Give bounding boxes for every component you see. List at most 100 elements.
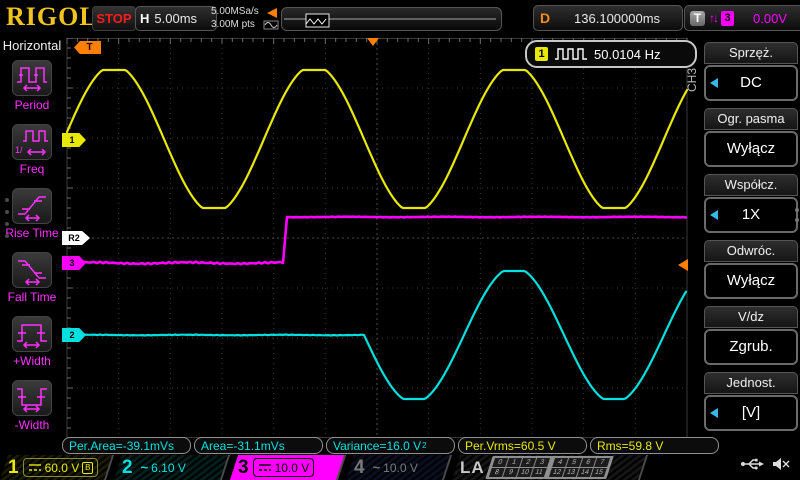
- menu-item-title: V/dz: [704, 306, 798, 328]
- waveform-preview-bar[interactable]: [281, 7, 502, 31]
- la-digit-15: 15: [591, 468, 607, 477]
- trigger-slope-icon: ↑↓: [709, 11, 717, 25]
- menu-item-value[interactable]: Wyłącz: [704, 263, 798, 299]
- measurement-bar: Per.Area=-39.1mVsArea=-31.1mVsVariance=1…: [62, 437, 719, 454]
- measurement-pill-1: Per.Area=-39.1mVs: [62, 437, 191, 454]
- channel-4-status[interactable]: 4~10.0 V: [346, 455, 452, 480]
- menu-item-title: Odwróc.: [704, 240, 798, 262]
- fall-button[interactable]: [12, 252, 52, 288]
- menu-item-title: Ogr. pasma: [704, 108, 798, 130]
- rise-button[interactable]: [12, 188, 52, 224]
- memory-depth: 3.00M pts: [211, 18, 259, 31]
- la-digit-3: 3: [534, 458, 550, 467]
- menu-item-value[interactable]: Zgrub.: [704, 329, 798, 365]
- nwidth-icon: [14, 382, 50, 414]
- left-menu-label: Period: [0, 98, 64, 112]
- rise-icon: [14, 190, 50, 222]
- left-triangle-icon: [710, 408, 718, 418]
- dc-coupling-icon: [28, 463, 42, 472]
- left-menu-item--width[interactable]: -Width: [0, 380, 64, 432]
- la-digit-panel: 0123456789101112131415: [485, 456, 613, 479]
- freq-icon: 1/: [14, 126, 50, 158]
- memory-depth-icon: [262, 6, 280, 35]
- channel-1-scale-value: 60.0 V: [45, 461, 80, 475]
- menu-item-title: Sprzęż.: [704, 42, 798, 64]
- trigger-source-badge: 3: [721, 11, 734, 26]
- ac-coupling-icon: ~: [373, 460, 381, 475]
- logic-analyzer-status[interactable]: LA0123456789101112131415: [452, 455, 648, 480]
- left-menu-label: Fall Time: [0, 290, 64, 304]
- dc-coupling-icon: [258, 463, 272, 472]
- period-icon: [14, 62, 50, 94]
- usb-icon: [740, 457, 764, 471]
- channel-3-status[interactable]: 3 10.0 V: [230, 455, 346, 480]
- la-digit-row: 89101112131415: [489, 468, 607, 477]
- menu-item-2[interactable]: Ogr. pasmaWyłącz: [704, 108, 798, 167]
- menu-item-title: Jednost.: [704, 372, 798, 394]
- square-wave-icon: [554, 48, 588, 60]
- channel-2-status[interactable]: 2~6.10 V: [114, 455, 230, 480]
- sample-rate: 5.00MSa/s: [211, 5, 259, 18]
- la-digit-row: 01234567: [492, 458, 610, 467]
- left-menu-item-freq[interactable]: 1/Freq: [0, 124, 64, 176]
- left-triangle-icon: [710, 210, 718, 220]
- fall-icon: [14, 254, 50, 286]
- horizontal-label: H: [140, 11, 149, 26]
- timebase-value: 5.00ms: [154, 11, 197, 26]
- nwidth-button[interactable]: [12, 380, 52, 416]
- left-menu-label: -Width: [0, 418, 64, 432]
- period-button[interactable]: [12, 60, 52, 96]
- menu-item-value[interactable]: Wyłącz: [704, 131, 798, 167]
- menu-item-1[interactable]: Sprzęż.DC: [704, 42, 798, 101]
- pwidth-button[interactable]: [12, 316, 52, 352]
- left-menu-item-fall-time[interactable]: Fall Time: [0, 252, 64, 304]
- channel-4-content: 4~10.0 V: [346, 455, 452, 480]
- measurement-pill-4: Per.Vrms=60.5 V: [458, 437, 587, 454]
- run-state-indicator[interactable]: STOP: [92, 6, 136, 31]
- channel-3-settings-pill: 10.0 V: [253, 458, 315, 477]
- bandwidth-limit-icon: B: [82, 462, 93, 474]
- left-menu-title: Horizontal: [0, 38, 64, 53]
- channel-4-scale-value: 10.0 V: [383, 461, 418, 475]
- speaker-muted-icon: [772, 457, 790, 471]
- la-digit-7: 7: [594, 458, 610, 467]
- left-menu-item-rise-time[interactable]: Rise Time: [0, 188, 64, 240]
- menu-item-6[interactable]: Jednost.[V]: [704, 372, 798, 431]
- left-menu-label: Freq: [0, 162, 64, 176]
- measurement-pill-2: Area=-31.1mVs: [194, 437, 323, 454]
- menu-item-value[interactable]: [V]: [704, 395, 798, 431]
- left-menu-item--width[interactable]: +Width: [0, 316, 64, 368]
- freq-button[interactable]: 1/: [12, 124, 52, 160]
- measurement-pill-3: Variance=16.0 V2: [326, 437, 455, 454]
- la-digit-11: 11: [531, 468, 547, 477]
- channel-2-settings-pill: ~6.10 V: [137, 459, 190, 476]
- channel-status-bar: 160.0 VB2~6.10 V310.0 V4~10.0 VLA0123456…: [0, 455, 800, 480]
- delay-value: 136.100000ms: [558, 11, 676, 26]
- channel-3-scale-value: 10.0 V: [275, 461, 310, 475]
- svg-text:1/: 1/: [15, 145, 23, 155]
- menu-item-5[interactable]: V/dzZgrub.: [704, 306, 798, 365]
- trigger-indicator: T ↑↓ 3 0.00V: [684, 5, 800, 31]
- oscilloscope-screen: RIGOL STOP H 5.00ms 5.00MSa/s 3.00M pts …: [0, 0, 800, 480]
- left-menu-label: +Width: [0, 354, 64, 368]
- la-label: LA: [460, 458, 485, 478]
- left-menu-label: Rise Time: [0, 226, 64, 240]
- acquisition-info: 5.00MSa/s 3.00M pts: [211, 5, 259, 31]
- channel-2-scale-value: 6.10 V: [151, 461, 186, 475]
- left-menu-item-period[interactable]: Period: [0, 60, 64, 112]
- menu-item-value[interactable]: DC: [704, 65, 798, 101]
- frequency-counter-badge: 1 50.0104 Hz: [525, 40, 697, 68]
- freq-counter-value: 50.0104 Hz: [594, 47, 661, 62]
- ac-coupling-icon: ~: [141, 460, 149, 475]
- channel-1-status[interactable]: 160.0 VB: [0, 455, 114, 480]
- channel-3-content: 3 10.0 V: [230, 455, 346, 480]
- channel-3-number: 3: [238, 455, 249, 480]
- waveform-display-area[interactable]: T 1R232: [66, 38, 688, 438]
- menu-item-4[interactable]: Odwróc.Wyłącz: [704, 240, 798, 299]
- channel-2-number: 2: [122, 455, 133, 480]
- menu-item-value[interactable]: 1X: [704, 197, 798, 233]
- measurement-pill-5: Rms=59.8 V: [590, 437, 719, 454]
- left-function-menu: Horizontal Period 1/Freq Rise Time Fall Tim…: [0, 36, 64, 448]
- la-content: LA0123456789101112131415: [452, 455, 648, 480]
- menu-item-3[interactable]: Współcz.1X: [704, 174, 798, 233]
